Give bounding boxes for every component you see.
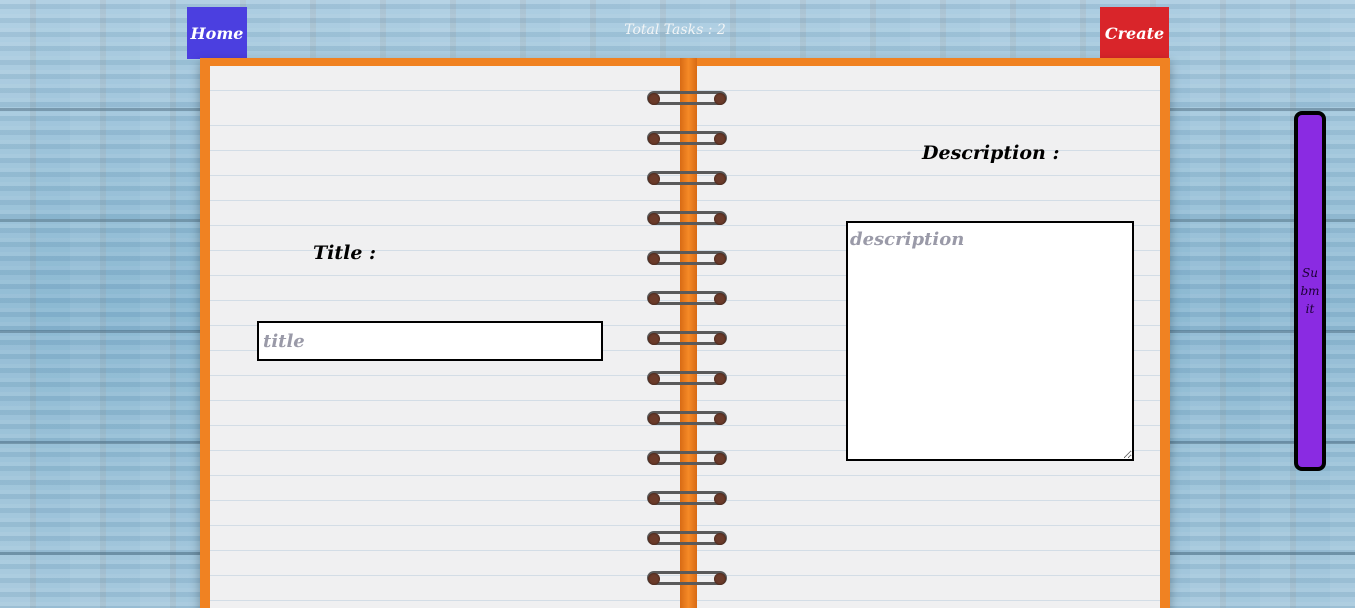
spiral-ring [647,531,727,545]
spiral-ring [647,331,727,345]
title-input[interactable] [257,321,603,361]
spiral-ring [647,571,727,585]
description-textarea[interactable] [846,221,1134,461]
spiral-ring [647,251,727,265]
spiral-ring [647,451,727,465]
spiral-ring [647,491,727,505]
home-button[interactable]: Home [187,7,247,59]
description-label: Description : [922,142,1060,164]
spiral-ring [647,411,727,425]
spiral-ring [647,91,727,105]
spiral-ring [647,371,727,385]
spiral-ring [647,291,727,305]
spiral-ring [647,171,727,185]
spiral-ring [647,211,727,225]
spiral-ring [647,131,727,145]
submit-button[interactable]: Submit [1294,111,1326,471]
create-button[interactable]: Create [1100,7,1169,59]
submit-label: Submit [1300,266,1320,316]
total-tasks-counter: Total Tasks : 2 [624,22,726,38]
title-label: Title : [313,242,377,264]
